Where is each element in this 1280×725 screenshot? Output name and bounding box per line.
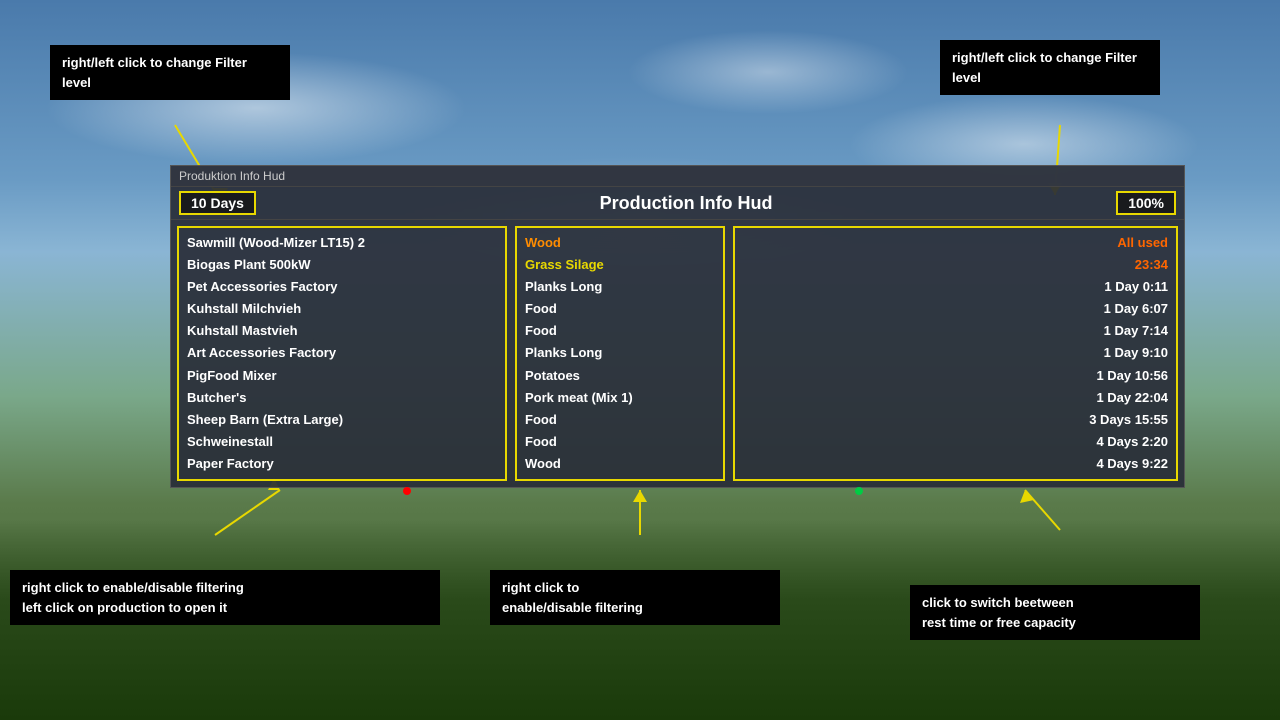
output-item-4: Food	[525, 298, 715, 320]
time-item-1: All used	[743, 232, 1168, 254]
tooltip-bottom-right: click to switch beetween rest time or fr…	[910, 585, 1200, 640]
prod-item-1[interactable]: Sawmill (Wood-Mizer LT15) 2	[187, 232, 497, 254]
hud-title-bar: Produktion Info Hud	[171, 166, 1184, 187]
tooltip-bottom-left: right click to enable/disable filtering …	[10, 570, 440, 625]
output-item-10: Food	[525, 431, 715, 453]
time-item-6: 1 Day 9:10	[743, 342, 1168, 364]
output-item-11: Wood	[525, 453, 715, 475]
prod-item-5[interactable]: Kuhstall Mastvieh	[187, 320, 497, 342]
tooltip-bottom-left-line2: left click on production to open it	[22, 598, 428, 618]
tooltip-bottom-mid-line2: enable/disable filtering	[502, 598, 768, 618]
prod-item-10[interactable]: Schweinestall	[187, 431, 497, 453]
tooltip-top-left: right/left click to change Filter level	[50, 45, 290, 100]
output-item-6: Planks Long	[525, 342, 715, 364]
output-item-7: Potatoes	[525, 365, 715, 387]
time-item-8: 1 Day 22:04	[743, 387, 1168, 409]
output-item-8: Pork meat (Mix 1)	[525, 387, 715, 409]
prod-item-8[interactable]: Butcher's	[187, 387, 497, 409]
output-item-3: Planks Long	[525, 276, 715, 298]
prod-item-6[interactable]: Art Accessories Factory	[187, 342, 497, 364]
productions-column[interactable]: Sawmill (Wood-Mizer LT15) 2 Biogas Plant…	[177, 226, 507, 481]
hud-columns: Sawmill (Wood-Mizer LT15) 2 Biogas Plant…	[171, 220, 1184, 487]
time-item-7: 1 Day 10:56	[743, 365, 1168, 387]
times-column[interactable]: All used 23:34 1 Day 0:11 1 Day 6:07 1 D…	[733, 226, 1178, 481]
tooltip-top-left-text: right/left click to change Filter level	[62, 55, 247, 90]
output-item-5: Food	[525, 320, 715, 342]
tooltip-top-right-text: right/left click to change Filter level	[952, 50, 1137, 85]
hud-title-text: Produktion Info Hud	[179, 169, 285, 183]
time-item-9: 3 Days 15:55	[743, 409, 1168, 431]
prod-item-3[interactable]: Pet Accessories Factory	[187, 276, 497, 298]
prod-item-7[interactable]: PigFood Mixer	[187, 365, 497, 387]
hud-header: 10 Days Production Info Hud 100%	[171, 187, 1184, 220]
time-item-2: 23:34	[743, 254, 1168, 276]
tooltip-bottom-mid: right click to enable/disable filtering	[490, 570, 780, 625]
time-item-4: 1 Day 6:07	[743, 298, 1168, 320]
prod-item-11[interactable]: Paper Factory	[187, 453, 497, 475]
tooltip-bottom-mid-line1: right click to	[502, 578, 768, 598]
prod-item-9[interactable]: Sheep Barn (Extra Large)	[187, 409, 497, 431]
output-item-9: Food	[525, 409, 715, 431]
prod-item-2[interactable]: Biogas Plant 500kW	[187, 254, 497, 276]
filter-pct-button[interactable]: 100%	[1116, 191, 1176, 215]
output-item-1: Wood	[525, 232, 715, 254]
tooltip-bottom-left-line1: right click to enable/disable filtering	[22, 578, 428, 598]
tooltip-top-right: right/left click to change Filter level	[940, 40, 1160, 95]
time-item-5: 1 Day 7:14	[743, 320, 1168, 342]
output-item-2: Grass Silage	[525, 254, 715, 276]
red-dot-marker	[403, 487, 411, 495]
time-item-3: 1 Day 0:11	[743, 276, 1168, 298]
outputs-column[interactable]: Wood Grass Silage Planks Long Food Food …	[515, 226, 725, 481]
filter-days-button[interactable]: 10 Days	[179, 191, 256, 215]
tooltip-bottom-right-line1: click to switch beetween	[922, 593, 1188, 613]
time-item-10: 4 Days 2:20	[743, 431, 1168, 453]
tooltip-bottom-right-line2: rest time or free capacity	[922, 613, 1188, 633]
prod-item-4[interactable]: Kuhstall Milchvieh	[187, 298, 497, 320]
hud-main-title: Production Info Hud	[600, 193, 773, 214]
main-hud-panel: Produktion Info Hud 10 Days Production I…	[170, 165, 1185, 488]
green-dot-marker	[855, 487, 863, 495]
time-item-11: 4 Days 9:22	[743, 453, 1168, 475]
